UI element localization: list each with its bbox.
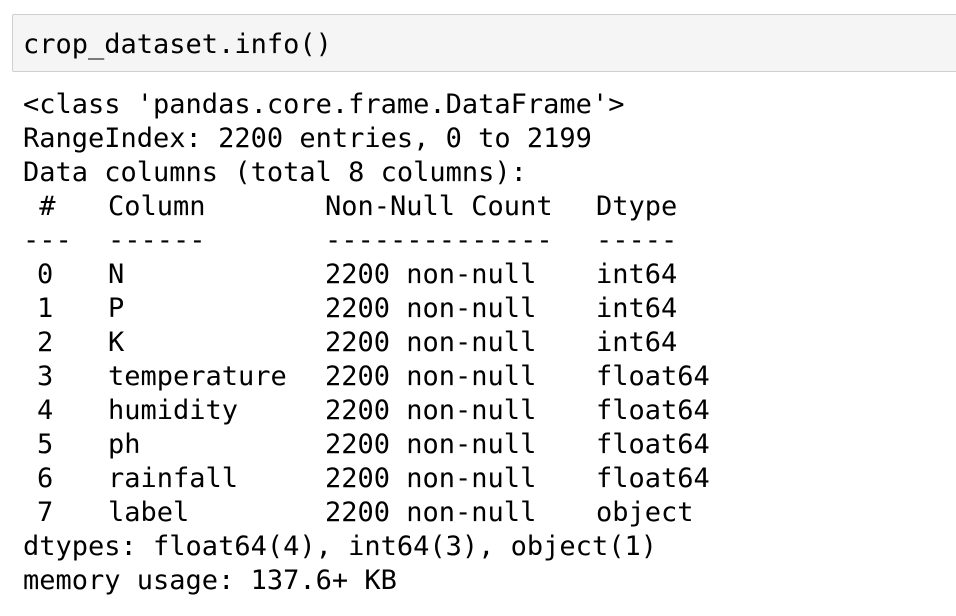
header-non-null-count: Non-Null Count — [325, 191, 553, 222]
code-input-cell[interactable]: crop_dataset.info() — [12, 14, 956, 72]
row-column-name: N — [108, 259, 125, 290]
separator-non-null-count: -------------- — [325, 225, 553, 256]
separator-column: ------ — [108, 225, 206, 256]
row-non-null-count: 2200 non-null — [325, 463, 537, 494]
row-column-name: humidity — [108, 395, 239, 426]
row-dtype: int64 — [596, 293, 678, 324]
info-table-separator: --- ------ -------------- ----- — [23, 224, 943, 258]
row-non-null-count: 2200 non-null — [325, 395, 537, 426]
row-index: 4 — [37, 395, 54, 426]
row-dtype: float64 — [596, 463, 710, 494]
header-index: # — [23, 191, 56, 222]
row-column-name: temperature — [108, 361, 287, 392]
row-non-null-count: 2200 non-null — [325, 497, 537, 528]
output-range-index: RangeIndex: 2200 entries, 0 to 2199 — [23, 123, 592, 154]
row-dtype: float64 — [596, 395, 710, 426]
table-row: 7 label 2200 non-null object — [23, 496, 943, 530]
output-columns-summary: Data columns (total 8 columns): — [23, 157, 527, 188]
row-dtype: float64 — [596, 429, 710, 460]
row-column-name: rainfall — [108, 463, 239, 494]
row-column-name: P — [108, 293, 125, 324]
row-index: 6 — [37, 463, 54, 494]
table-row: 5 ph 2200 non-null float64 — [23, 428, 943, 462]
row-index: 3 — [37, 361, 54, 392]
row-dtype: int64 — [596, 327, 678, 358]
header-dtype: Dtype — [596, 191, 678, 222]
row-index: 2 — [37, 327, 54, 358]
row-dtype: object — [596, 497, 694, 528]
row-non-null-count: 2200 non-null — [325, 361, 537, 392]
row-non-null-count: 2200 non-null — [325, 429, 537, 460]
row-column-name: label — [108, 497, 190, 528]
table-row: 6 rainfall 2200 non-null float64 — [23, 462, 943, 496]
row-dtype: int64 — [596, 259, 678, 290]
row-index: 1 — [37, 293, 54, 324]
row-non-null-count: 2200 non-null — [325, 327, 537, 358]
output-class-line: <class 'pandas.core.frame.DataFrame'> — [23, 89, 625, 120]
code-input-text[interactable]: crop_dataset.info() — [23, 29, 332, 61]
row-column-name: ph — [108, 429, 141, 460]
cell-output-area: <class 'pandas.core.frame.DataFrame'> Ra… — [23, 88, 943, 598]
table-row: 3 temperature 2200 non-null float64 — [23, 360, 943, 394]
table-row: 1 P 2200 non-null int64 — [23, 292, 943, 326]
table-row: 0 N 2200 non-null int64 — [23, 258, 943, 292]
row-index: 0 — [37, 259, 54, 290]
output-memory-line: memory usage: 137.6+ KB — [23, 565, 397, 596]
table-row: 4 humidity 2200 non-null float64 — [23, 394, 943, 428]
row-non-null-count: 2200 non-null — [325, 259, 537, 290]
row-column-name: K — [108, 327, 125, 358]
row-index: 7 — [37, 497, 54, 528]
header-column: Column — [108, 191, 206, 222]
output-dtypes-line: dtypes: float64(4), int64(3), object(1) — [23, 531, 657, 562]
row-index: 5 — [37, 429, 54, 460]
table-row: 2 K 2200 non-null int64 — [23, 326, 943, 360]
info-table-header: # Column Non-Null Count Dtype — [23, 190, 943, 224]
row-non-null-count: 2200 non-null — [325, 293, 537, 324]
row-dtype: float64 — [596, 361, 710, 392]
separator-index: --- — [23, 225, 72, 256]
separator-dtype: ----- — [596, 225, 678, 256]
